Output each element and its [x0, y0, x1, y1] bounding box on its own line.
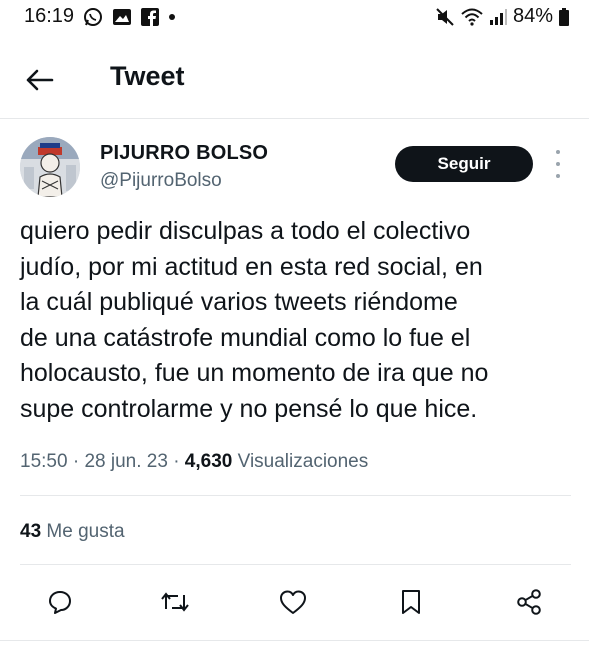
likes-stat[interactable]: 43 Me gusta	[20, 521, 125, 543]
tweet-text-line: de una catástrofe mundial como lo fue el	[20, 323, 471, 352]
meta-separator: ·	[72, 451, 80, 472]
dot-icon	[168, 13, 176, 21]
follow-button[interactable]: Seguir	[395, 146, 533, 182]
divider	[20, 564, 571, 565]
page-title: Tweet	[110, 61, 185, 91]
divider	[20, 495, 571, 496]
tweet-text-line: judío, por mi actitud en esta red social…	[20, 252, 483, 281]
status-left: 16:19	[24, 5, 176, 28]
mute-icon	[435, 7, 455, 27]
status-right: 84%	[435, 5, 569, 28]
meta-separator: ·	[173, 451, 180, 472]
more-dot-icon	[556, 174, 560, 178]
share-button[interactable]	[511, 584, 547, 620]
tweet-text-line: quiero pedir disculpas a todo el colecti…	[20, 217, 471, 245]
battery-percent: 84%	[512, 5, 553, 27]
tweet-text: quiero pedir disculpas a todo el colecti…	[20, 214, 575, 427]
tweet-text-line: la cuál publiqué varios tweets riéndome	[20, 288, 458, 316]
reply-button[interactable]	[42, 584, 78, 620]
views-label: Visualizaciones	[237, 451, 369, 472]
more-dot-icon	[556, 162, 560, 166]
status-time: 16:19	[24, 5, 75, 27]
facebook-icon	[141, 7, 160, 26]
heart-icon	[280, 590, 306, 614]
bookmark-button[interactable]	[393, 584, 429, 620]
author-display-name[interactable]: PIJURRO BOLSO	[100, 142, 268, 165]
signal-icon	[489, 8, 507, 25]
bookmark-icon	[402, 590, 420, 614]
views-count: 4,630	[184, 451, 233, 472]
header-divider	[0, 118, 589, 119]
avatar[interactable]	[20, 137, 80, 197]
like-button[interactable]	[275, 584, 311, 620]
gallery-icon	[112, 8, 132, 26]
likes-label: Me gusta	[46, 521, 125, 542]
reply-icon	[49, 591, 71, 614]
share-icon	[517, 589, 541, 615]
tweet-time: 15:50	[20, 451, 68, 472]
tweet-text-line: supe controlarme y no pensé lo que hice.	[20, 394, 478, 423]
tweet-text-line: holocausto, fue un momento de ira que no	[20, 359, 489, 387]
retweet-icon	[161, 592, 189, 612]
status-bar: 16:19 84%	[0, 0, 589, 36]
retweet-button[interactable]	[157, 584, 193, 620]
bottom-divider	[0, 640, 589, 641]
more-options-button[interactable]	[551, 150, 565, 178]
author-handle[interactable]: @PijurroBolso	[100, 170, 222, 192]
battery-icon	[559, 7, 569, 26]
tweet-meta: 15:50 · 28 jun. 23 · 4,630 Visualizacion…	[20, 451, 368, 473]
top-app-bar: Tweet	[0, 56, 589, 102]
likes-count: 43	[20, 521, 42, 542]
back-button[interactable]	[24, 62, 64, 98]
tweet-date: 28 jun. 23	[84, 451, 168, 472]
arrow-left-icon	[26, 69, 54, 91]
whatsapp-icon	[83, 7, 103, 27]
wifi-icon	[461, 8, 483, 26]
avatar-image	[20, 137, 80, 197]
more-dot-icon	[556, 150, 560, 154]
